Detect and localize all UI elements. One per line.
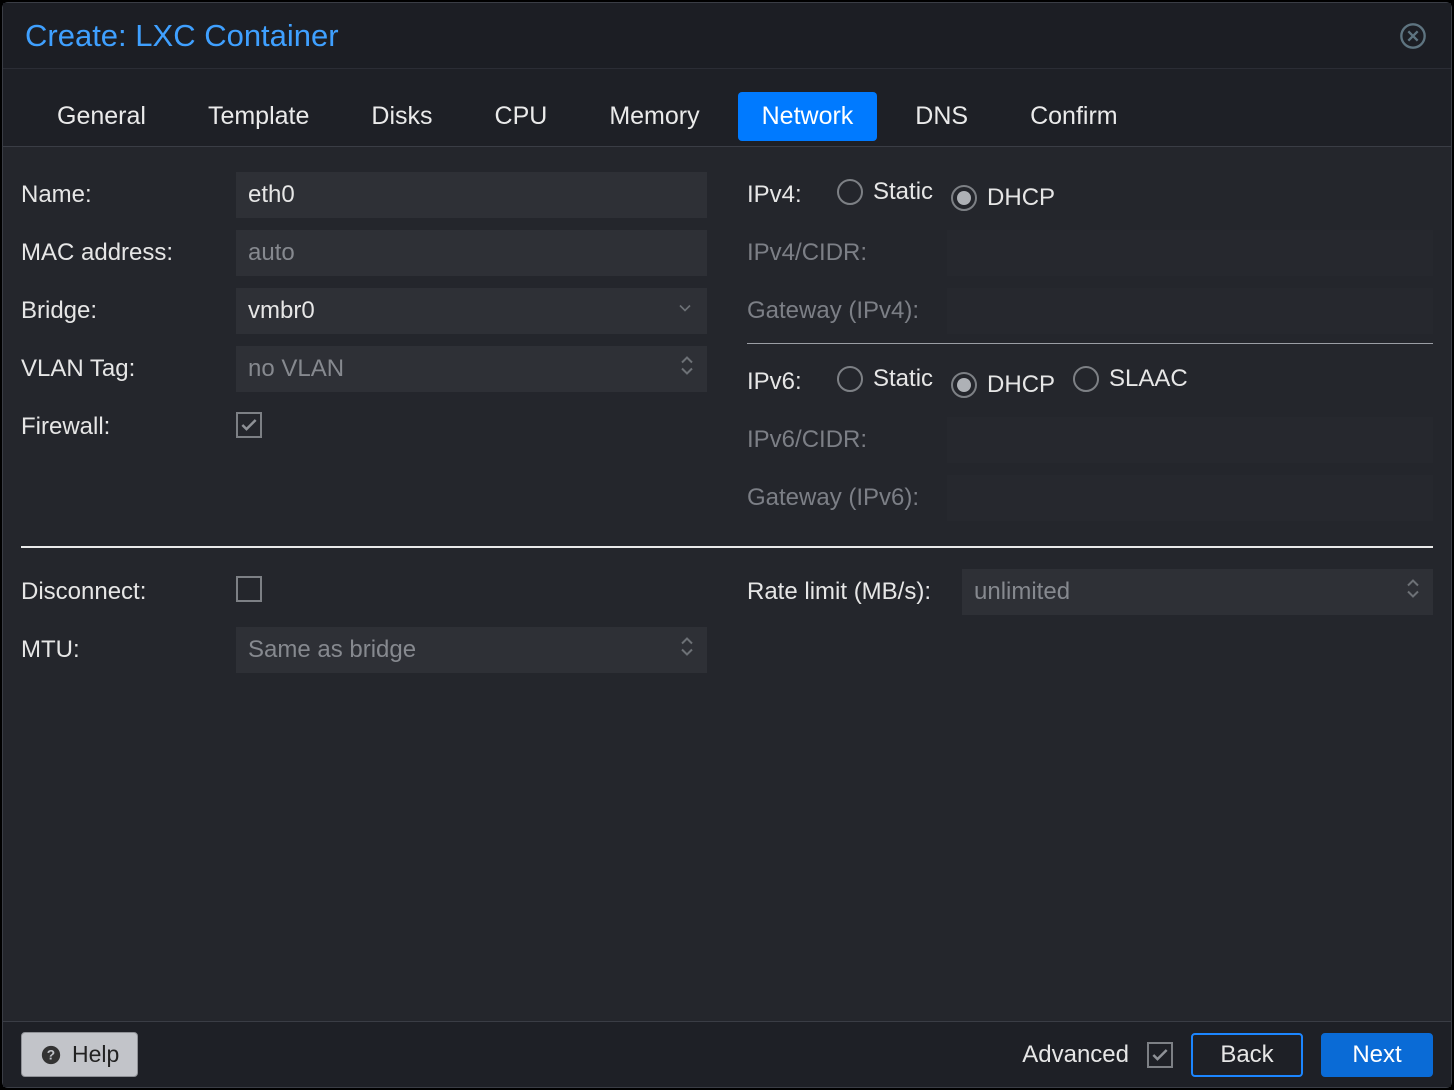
ipv6-radio-label: SLAAC [1109, 365, 1188, 393]
tab-general[interactable]: General [33, 92, 170, 141]
ipv6-radio-label: DHCP [987, 371, 1055, 399]
ipv4-radio-label: Static [873, 178, 933, 206]
radio-icon [837, 366, 863, 392]
ipv6cidr-input[interactable] [947, 417, 1433, 463]
left-column: Name: MAC address: Bridge: [21, 169, 707, 530]
tab-bar: General Template Disks CPU Memory Network DNS C… [3, 69, 1451, 147]
ipv4-radio-dhcp[interactable]: DHCP [951, 184, 1055, 212]
window-title: Create: LXC Container [25, 18, 339, 54]
ipv6-radio-static[interactable]: Static [837, 365, 933, 393]
tab-template[interactable]: Template [184, 92, 333, 141]
bridge-select[interactable] [236, 288, 707, 334]
gw6-input[interactable] [947, 475, 1433, 521]
gw4-label: Gateway (IPv4): [747, 297, 947, 325]
tab-dns[interactable]: DNS [891, 92, 992, 141]
firewall-checkbox[interactable] [236, 412, 262, 438]
mac-input[interactable] [236, 230, 707, 276]
disconnect-checkbox[interactable] [236, 576, 262, 602]
back-button[interactable]: Back [1191, 1033, 1303, 1077]
rate-input[interactable] [962, 569, 1433, 615]
rate-label: Rate limit (MB/s): [747, 578, 962, 606]
content-area: Name: MAC address: Bridge: [3, 147, 1451, 1021]
ipv4-radio-static[interactable]: Static [837, 178, 933, 206]
close-icon [1399, 22, 1427, 50]
vlan-input[interactable] [236, 346, 707, 392]
name-label: Name: [21, 181, 236, 209]
tab-memory[interactable]: Memory [585, 92, 723, 141]
name-input[interactable] [236, 172, 707, 218]
help-label: Help [72, 1041, 119, 1068]
mtu-label: MTU: [21, 636, 236, 664]
help-button[interactable]: ? Help [21, 1032, 138, 1077]
ipv6-radio-label: Static [873, 365, 933, 393]
tab-network[interactable]: Network [738, 92, 878, 141]
divider [747, 343, 1433, 344]
section-divider [21, 546, 1433, 548]
ipv4-radio-group: Static DHCP [837, 178, 1433, 212]
close-button[interactable] [1397, 20, 1429, 52]
bridge-label: Bridge: [21, 297, 236, 325]
radio-icon [837, 179, 863, 205]
radio-icon [951, 185, 977, 211]
footer: ? Help Advanced Back Next [3, 1021, 1451, 1087]
titlebar: Create: LXC Container [3, 3, 1451, 69]
advanced-label: Advanced [1022, 1041, 1129, 1069]
tab-confirm[interactable]: Confirm [1006, 92, 1142, 141]
ipv4-radio-label: DHCP [987, 184, 1055, 212]
ipv6-radio-dhcp[interactable]: DHCP [951, 371, 1055, 399]
ipv6cidr-label: IPv6/CIDR: [747, 426, 947, 454]
help-icon: ? [40, 1044, 62, 1066]
columns-bottom: Disconnect: MTU: [21, 566, 1433, 682]
check-icon [1150, 1045, 1170, 1065]
mac-label: MAC address: [21, 239, 236, 267]
gw6-label: Gateway (IPv6): [747, 484, 947, 512]
mtu-input[interactable] [236, 627, 707, 673]
tab-cpu[interactable]: CPU [471, 92, 572, 141]
tab-disks[interactable]: Disks [347, 92, 456, 141]
ipv6-radio-group: Static DHCP SLAAC [837, 365, 1433, 399]
gw4-input[interactable] [947, 288, 1433, 334]
ipv4cidr-input[interactable] [947, 230, 1433, 276]
firewall-label: Firewall: [21, 413, 236, 441]
check-icon [239, 415, 259, 435]
ipv4cidr-label: IPv4/CIDR: [747, 239, 947, 267]
disconnect-label: Disconnect: [21, 578, 236, 606]
radio-icon [1073, 366, 1099, 392]
right-column: IPv4: Static DHCP IPv4/CIDR: Gateway (IPv… [747, 169, 1433, 530]
ipv6-label: IPv6: [747, 368, 837, 396]
vlan-label: VLAN Tag: [21, 355, 236, 383]
dialog-window: Create: LXC Container General Template Dis… [2, 2, 1452, 1088]
ipv6-radio-slaac[interactable]: SLAAC [1073, 365, 1188, 393]
columns-top: Name: MAC address: Bridge: [21, 169, 1433, 530]
next-button[interactable]: Next [1321, 1033, 1433, 1077]
ipv4-label: IPv4: [747, 181, 837, 209]
advanced-checkbox[interactable] [1147, 1042, 1173, 1068]
radio-icon [951, 372, 977, 398]
svg-text:?: ? [47, 1047, 55, 1062]
